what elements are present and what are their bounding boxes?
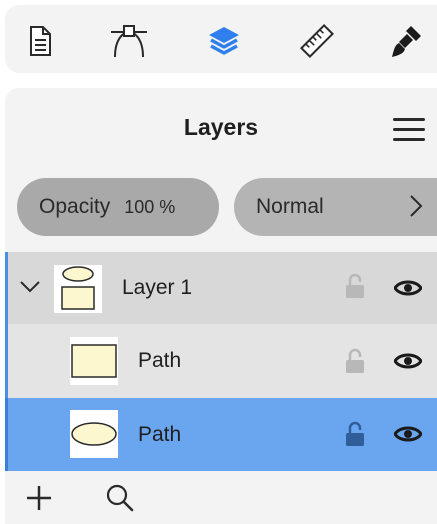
row-accent	[5, 324, 8, 398]
eye-icon[interactable]	[394, 278, 422, 298]
search-icon[interactable]	[106, 484, 134, 512]
eye-icon[interactable]	[394, 351, 422, 371]
layer-row-path-ellipse[interactable]: Path	[5, 398, 437, 471]
layers-icon[interactable]	[204, 21, 244, 61]
blend-mode-value: Normal	[256, 195, 324, 218]
layers-panel: Layers Opacity 100 % Normal Layer 1 Path…	[5, 88, 437, 524]
menu-icon[interactable]	[393, 118, 425, 142]
bottom-bar	[5, 475, 437, 524]
opacity-control[interactable]: Opacity 100 %	[17, 178, 219, 236]
pen-tool-icon[interactable]	[109, 21, 149, 61]
add-icon[interactable]	[26, 485, 52, 511]
layer-name: Layer 1	[122, 276, 193, 299]
layer-thumbnail	[54, 265, 102, 313]
layer-name: Path	[138, 349, 182, 372]
opacity-value: 100 %	[124, 196, 176, 217]
unlock-icon[interactable]	[345, 348, 365, 374]
row-accent	[5, 252, 8, 324]
eye-icon[interactable]	[394, 424, 422, 444]
chevron-right-icon	[410, 195, 423, 217]
brush-icon[interactable]	[387, 21, 427, 61]
toolbar	[5, 5, 437, 73]
ruler-icon[interactable]	[297, 21, 337, 61]
layer-thumbnail	[70, 337, 118, 385]
panel-title: Layers	[183, 114, 259, 140]
blend-mode-select[interactable]: Normal	[234, 178, 437, 236]
unlock-icon[interactable]	[345, 421, 365, 447]
layer-name: Path	[138, 423, 182, 446]
unlock-icon[interactable]	[345, 273, 365, 299]
opacity-label: Opacity	[39, 195, 111, 218]
layer-row-path-rect[interactable]: Path	[5, 324, 437, 398]
chevron-down-icon[interactable]	[19, 280, 41, 294]
row-accent	[5, 398, 8, 471]
layer-thumbnail	[70, 410, 118, 458]
layer-row-group[interactable]: Layer 1	[5, 252, 437, 324]
document-icon[interactable]	[20, 21, 60, 61]
